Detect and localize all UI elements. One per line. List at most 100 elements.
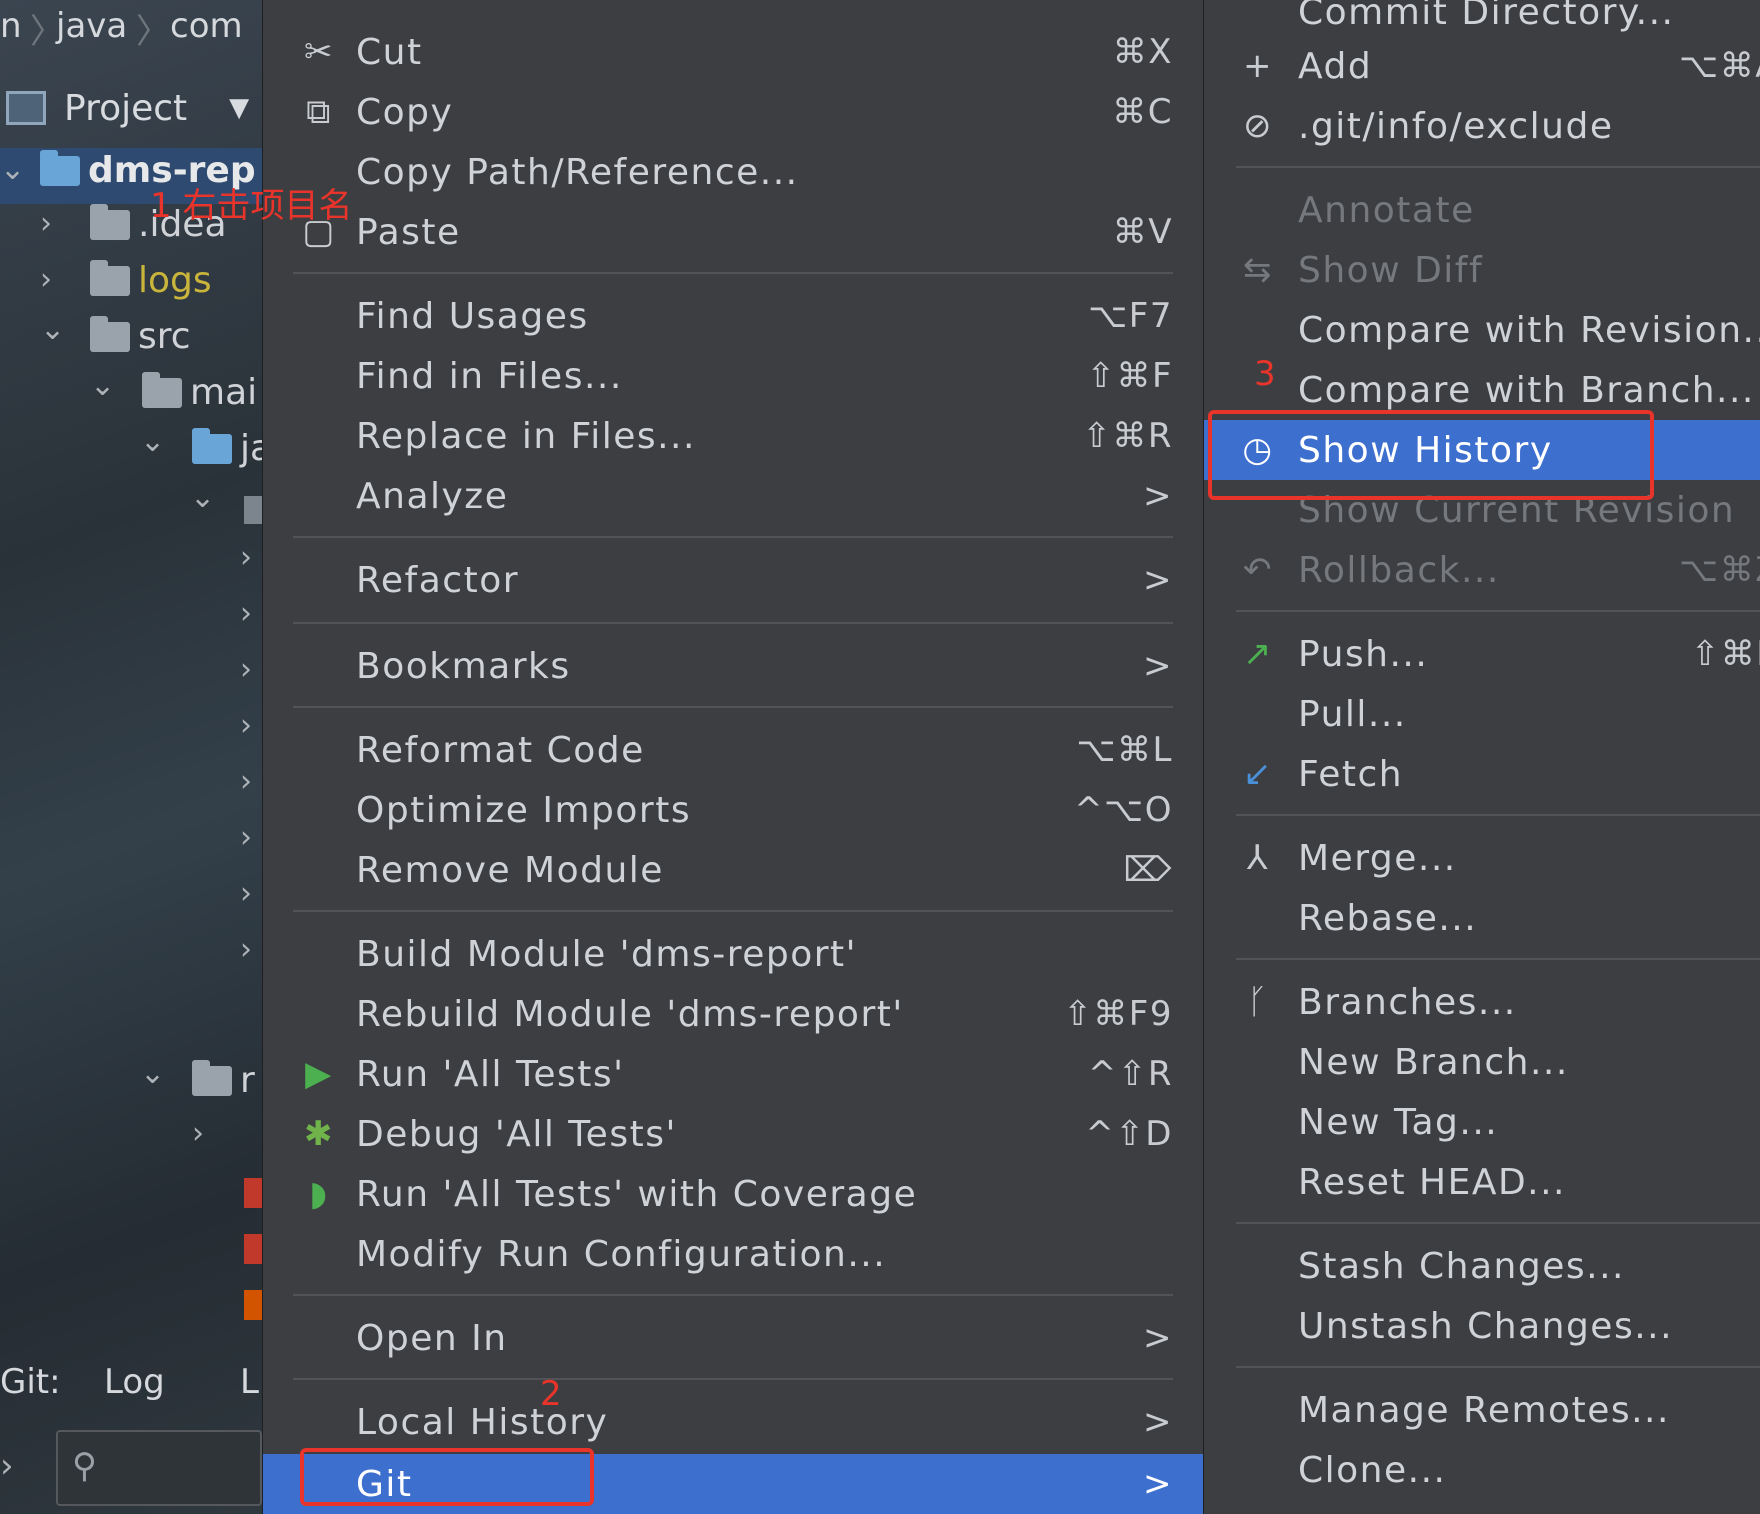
breadcrumb-item[interactable]: com: [170, 6, 243, 46]
git-exclude-icon: ⊘: [1243, 106, 1273, 146]
menu-separator: [293, 536, 1173, 538]
chevron-right-icon[interactable]: ›: [240, 708, 252, 743]
menu-item-analyze[interactable]: Analyze >: [263, 466, 1203, 526]
git-item-clone[interactable]: Clone...: [1204, 1440, 1760, 1500]
git-item-new-tag[interactable]: New Tag...: [1204, 1092, 1760, 1152]
menu-item-remove-module[interactable]: Remove Module ⌦: [263, 840, 1203, 900]
menu-item-run-with-coverage[interactable]: ◗ Run 'All Tests' with Coverage: [263, 1164, 1203, 1224]
resources-folder-icon: [192, 1059, 232, 1096]
menu-item-local-history[interactable]: Local History >: [263, 1392, 1203, 1452]
git-item-unstash[interactable]: Unstash Changes...: [1204, 1296, 1760, 1356]
menu-item-find-usages[interactable]: Find Usages ⌥F7: [263, 286, 1203, 346]
chevron-right-icon[interactable]: ›: [240, 876, 252, 911]
menu-item-find-in-files[interactable]: Find in Files... ⇧⌘F: [263, 346, 1203, 406]
chevron-right-icon[interactable]: ›: [240, 932, 252, 967]
git-submenu: Commit Directory... + Add ⌥⌘A ⊘ .git/inf…: [1204, 0, 1760, 1514]
folder-icon: [90, 259, 130, 296]
source-folder-icon: [192, 427, 232, 464]
chevron-down-icon[interactable]: ⌄: [90, 368, 115, 403]
menu-item-bookmarks[interactable]: Bookmarks >: [263, 636, 1203, 696]
chevron-right-icon: >: [1143, 646, 1173, 686]
menu-item-cut[interactable]: ✂ Cut ⌘X: [263, 22, 1203, 82]
menu-item-modify-run-config[interactable]: Modify Run Configuration...: [263, 1224, 1203, 1284]
menu-item-build-module[interactable]: Build Module 'dms-report': [263, 924, 1203, 984]
chevron-down-icon[interactable]: ⌄: [140, 1056, 165, 1091]
tree-item-java[interactable]: ja: [192, 427, 272, 469]
chevron-right-icon: >: [1143, 1402, 1173, 1442]
chevron-down-icon[interactable]: ⌄: [140, 424, 165, 459]
chevron-right-icon[interactable]: ›: [240, 820, 252, 855]
fetch-icon: ↙: [1243, 754, 1273, 794]
tree-item-src[interactable]: src: [90, 315, 191, 357]
chevron-right-icon[interactable]: ›: [240, 764, 252, 799]
breadcrumb-item[interactable]: java: [56, 6, 127, 46]
highlight-box-show-history: [1208, 410, 1654, 500]
menu-item-run-all-tests[interactable]: ▶ Run 'All Tests' ^⇧R: [263, 1044, 1203, 1104]
git-item-exclude[interactable]: ⊘ .git/info/exclude: [1204, 96, 1760, 156]
chevron-right-icon[interactable]: ›: [240, 596, 252, 631]
breadcrumb-item[interactable]: n: [0, 6, 22, 46]
menu-item-rebuild-module[interactable]: Rebuild Module 'dms-report' ⇧⌘F9: [263, 984, 1203, 1044]
menu-separator: [1236, 1366, 1760, 1368]
git-log-tab[interactable]: Log: [104, 1362, 165, 1402]
git-item-annotate[interactable]: Annotate: [1204, 180, 1760, 240]
git-item-branches[interactable]: ᚴ Branches...: [1204, 972, 1760, 1032]
chevron-down-icon[interactable]: ⌄: [190, 480, 215, 515]
git-item-fetch[interactable]: ↙ Fetch: [1204, 744, 1760, 804]
annotation-step-3: 3: [1254, 354, 1276, 394]
tree-item-main[interactable]: mai: [142, 371, 258, 413]
git-item-rebase[interactable]: Rebase...: [1204, 888, 1760, 948]
menu-item-optimize-imports[interactable]: Optimize Imports ^⌥O: [263, 780, 1203, 840]
chevron-right-icon[interactable]: ›: [240, 652, 252, 687]
menu-separator: [1236, 814, 1760, 816]
chevron-down-icon[interactable]: ⌄: [40, 312, 65, 347]
project-panel: n 〉 java 〉 com Project ▼ ⌄ dms-rep › .id…: [0, 0, 272, 1514]
chevron-down-icon[interactable]: ⌄: [0, 152, 25, 187]
git-item-rollback[interactable]: ↶ Rollback... ⌥⌘Z: [1204, 540, 1760, 600]
breadcrumb-separator: 〉: [136, 12, 170, 52]
file-icon: [244, 1290, 262, 1320]
chevron-right-icon[interactable]: ›: [240, 540, 252, 575]
git-item-merge[interactable]: ⅄ Merge...: [1204, 828, 1760, 888]
menu-item-reformat-code[interactable]: Reformat Code ⌥⌘L: [263, 720, 1203, 780]
git-item-stash[interactable]: Stash Changes...: [1204, 1236, 1760, 1296]
menu-item-copy-path[interactable]: Copy Path/Reference...: [263, 142, 1203, 202]
menu-item-replace-in-files[interactable]: Replace in Files... ⇧⌘R: [263, 406, 1203, 466]
search-icon: ⚲: [72, 1446, 97, 1486]
git-item-reset-head[interactable]: Reset HEAD...: [1204, 1152, 1760, 1212]
chevron-down-icon[interactable]: ▼: [229, 93, 249, 123]
plus-icon: +: [1243, 46, 1273, 86]
diff-icon: ⇆: [1243, 250, 1273, 290]
git-item-add[interactable]: + Add ⌥⌘A: [1204, 36, 1760, 96]
chevron-right-icon[interactable]: ›: [40, 206, 52, 241]
tree-item-label: logs: [138, 260, 212, 301]
git-local-tab[interactable]: L: [240, 1362, 259, 1402]
context-menu: ✂ Cut ⌘X ⧉ Copy ⌘C Copy Path/Reference..…: [262, 0, 1204, 1514]
chevron-right-icon[interactable]: ›: [192, 1116, 204, 1151]
menu-item-copy[interactable]: ⧉ Copy ⌘C: [263, 82, 1203, 142]
git-item-push[interactable]: ↗ Push... ⇧⌘K: [1204, 624, 1760, 684]
menu-item-debug-all-tests[interactable]: ✱ Debug 'All Tests' ^⇧D: [263, 1104, 1203, 1164]
git-item-show-diff[interactable]: ⇆ Show Diff: [1204, 240, 1760, 300]
menu-separator: [293, 1378, 1173, 1380]
git-log-search-input[interactable]: ⚲: [56, 1430, 262, 1506]
tree-item-label: mai: [190, 372, 258, 413]
menu-separator: [293, 910, 1173, 912]
project-view-selector[interactable]: Project ▼: [0, 82, 249, 134]
git-item-new-branch[interactable]: New Branch...: [1204, 1032, 1760, 1092]
menu-item-open-in[interactable]: Open In >: [263, 1308, 1203, 1368]
menu-item-paste[interactable]: ▢ Paste ⌘V: [263, 202, 1203, 262]
menu-separator: [1236, 1222, 1760, 1224]
git-item-manage-remotes[interactable]: Manage Remotes...: [1204, 1380, 1760, 1440]
tree-item-resources[interactable]: r: [192, 1059, 255, 1101]
git-item-compare-revision[interactable]: Compare with Revision...: [1204, 300, 1760, 360]
chevron-right-icon[interactable]: ›: [40, 262, 52, 297]
git-tool-tab[interactable]: Git:: [0, 1362, 61, 1402]
package-icon: [244, 496, 262, 524]
menu-separator: [293, 1294, 1173, 1296]
tree-item-logs[interactable]: logs: [90, 259, 212, 301]
scissors-icon: ✂: [304, 32, 334, 72]
expand-icon[interactable]: ›: [0, 1446, 14, 1486]
menu-item-refactor[interactable]: Refactor >: [263, 550, 1203, 610]
git-item-pull[interactable]: Pull...: [1204, 684, 1760, 744]
